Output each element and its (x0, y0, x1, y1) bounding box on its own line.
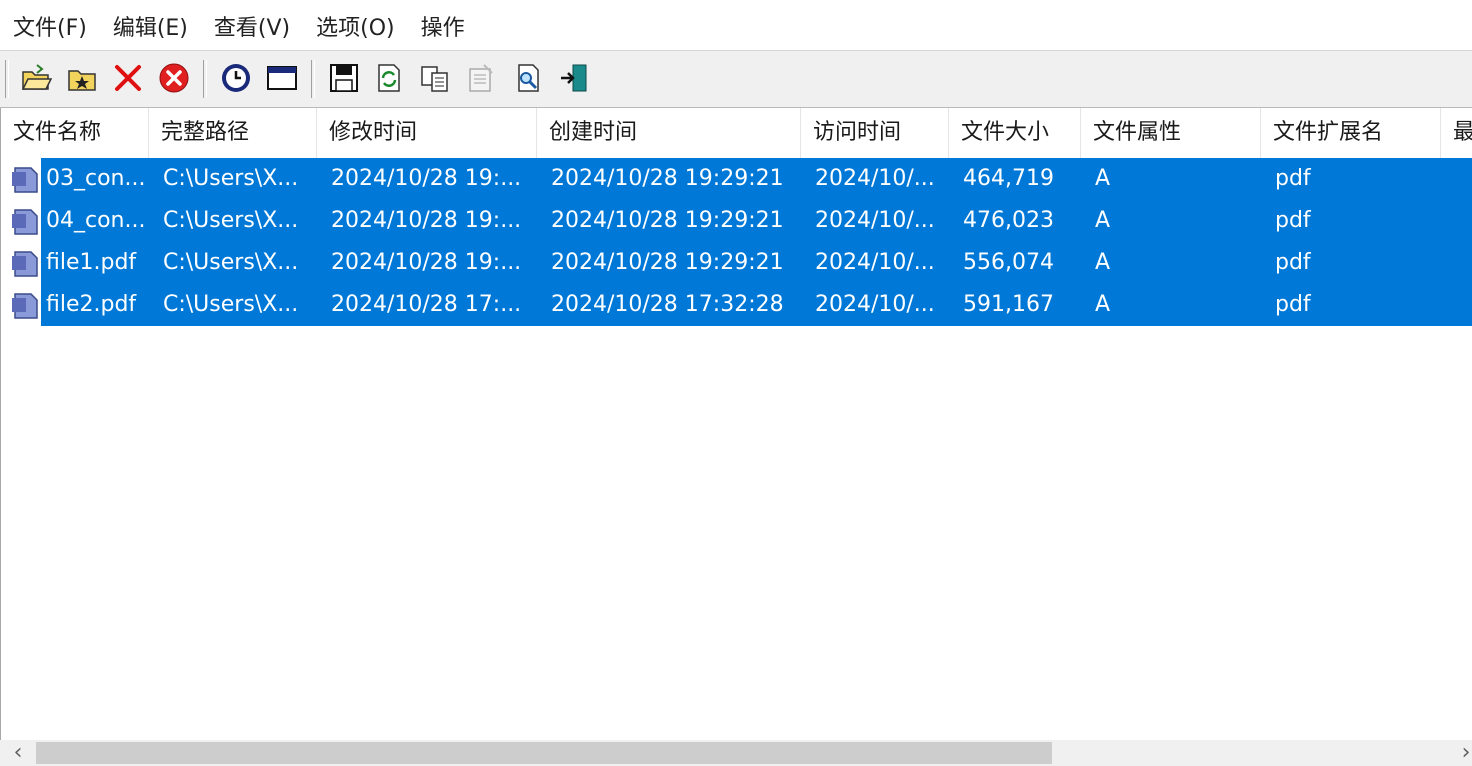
cell-created: 2024/10/28 19:29:21 (551, 250, 784, 275)
refresh-button[interactable] (371, 60, 407, 96)
cell-size: 591,167 (963, 292, 1054, 317)
clock-button[interactable] (218, 60, 254, 96)
column-header-size[interactable]: 文件大小 (949, 108, 1081, 158)
column-header-more[interactable]: 最 (1441, 108, 1472, 158)
file-list-view[interactable]: 文件名称 完整路径 修改时间 创建时间 访问时间 文件大小 文件属性 文件扩展名… (0, 108, 1472, 740)
table-row[interactable]: file2.pdf C:\Users\X... 2024/10/28 17:..… (1, 284, 1472, 326)
menu-edit[interactable]: 编辑(E) (100, 0, 201, 50)
horizontal-scrollbar[interactable]: ‹ › (0, 740, 1472, 766)
cell-name: 04_con... (46, 208, 146, 233)
toolbar-separator (203, 60, 207, 98)
open-folder-icon (21, 64, 53, 90)
cell-path: C:\Users\X... (163, 292, 299, 317)
delete-icon (115, 65, 141, 91)
window-icon (267, 66, 297, 90)
cell-name: 03_con... (46, 166, 146, 191)
delete-button[interactable] (110, 60, 146, 96)
cell-accessed: 2024/10/... (815, 166, 935, 191)
cell-name: file1.pdf (46, 250, 137, 275)
exit-button[interactable] (556, 60, 592, 96)
stop-icon (159, 63, 189, 93)
window-button[interactable] (264, 60, 300, 96)
column-header-path[interactable]: 完整路径 (149, 108, 317, 158)
toolbar (0, 50, 1472, 108)
cell-path: C:\Users\X... (163, 166, 299, 191)
cell-size: 556,074 (963, 250, 1054, 275)
cell-created: 2024/10/28 19:29:21 (551, 208, 784, 233)
table-row[interactable]: file1.pdf C:\Users\X... 2024/10/28 19:..… (1, 242, 1472, 284)
find-button[interactable] (510, 60, 546, 96)
add-folder-button[interactable] (64, 60, 100, 96)
save-button[interactable] (326, 60, 362, 96)
column-header-name[interactable]: 文件名称 (1, 108, 149, 158)
toolbar-separator (5, 60, 9, 98)
cell-size: 464,719 (963, 166, 1054, 191)
copy-icon (421, 66, 448, 92)
column-header-created[interactable]: 创建时间 (537, 108, 801, 158)
pdf-file-icon (12, 293, 38, 319)
cell-path: C:\Users\X... (163, 208, 299, 233)
refresh-icon (378, 64, 400, 92)
add-folder-icon (68, 70, 96, 91)
copy-button[interactable] (417, 60, 453, 96)
cell-name: file2.pdf (46, 292, 137, 317)
cell-modified: 2024/10/28 19:... (331, 250, 522, 275)
cell-extension: pdf (1275, 208, 1311, 233)
cell-size: 476,023 (963, 208, 1054, 233)
menu-view[interactable]: 查看(V) (201, 0, 303, 50)
table-row[interactable]: 03_con... C:\Users\X... 2024/10/28 19:..… (1, 158, 1472, 200)
cell-accessed: 2024/10/... (815, 250, 935, 275)
toolbar-separator (311, 60, 315, 98)
pdf-file-icon (12, 209, 38, 235)
cell-extension: pdf (1275, 292, 1311, 317)
pdf-file-icon (12, 251, 38, 277)
cell-attributes: A (1095, 250, 1111, 275)
stop-button[interactable] (156, 60, 192, 96)
list-header: 文件名称 完整路径 修改时间 创建时间 访问时间 文件大小 文件属性 文件扩展名… (1, 108, 1472, 158)
save-icon (330, 64, 358, 92)
exit-icon (561, 64, 587, 92)
cell-extension: pdf (1275, 166, 1311, 191)
cell-attributes: A (1095, 292, 1111, 317)
table-row[interactable]: 04_con... C:\Users\X... 2024/10/28 19:..… (1, 200, 1472, 242)
menu-bar: 文件(F) 编辑(E) 查看(V) 选项(O) 操作 (0, 0, 1472, 50)
column-header-extension[interactable]: 文件扩展名 (1261, 108, 1441, 158)
cell-accessed: 2024/10/... (815, 292, 935, 317)
properties-button[interactable] (463, 60, 499, 96)
open-folder-button[interactable] (18, 60, 54, 96)
cell-modified: 2024/10/28 19:... (331, 166, 522, 191)
column-header-attributes[interactable]: 文件属性 (1081, 108, 1261, 158)
cell-modified: 2024/10/28 19:... (331, 208, 522, 233)
scroll-left-icon[interactable]: ‹ (4, 740, 32, 766)
clock-icon (222, 64, 250, 92)
cell-attributes: A (1095, 166, 1111, 191)
cell-modified: 2024/10/28 17:... (331, 292, 522, 317)
menu-file[interactable]: 文件(F) (0, 0, 100, 50)
cell-created: 2024/10/28 19:29:21 (551, 166, 784, 191)
properties-icon (469, 64, 493, 92)
cell-extension: pdf (1275, 250, 1311, 275)
scrollbar-thumb[interactable] (36, 742, 1052, 764)
pdf-file-icon (12, 167, 38, 193)
find-icon (518, 64, 539, 92)
cell-attributes: A (1095, 208, 1111, 233)
column-header-accessed[interactable]: 访问时间 (801, 108, 949, 158)
menu-options[interactable]: 选项(O) (303, 0, 407, 50)
scroll-right-icon[interactable]: › (1452, 740, 1472, 766)
column-header-modified[interactable]: 修改时间 (317, 108, 537, 158)
cell-created: 2024/10/28 17:32:28 (551, 292, 784, 317)
menu-actions[interactable]: 操作 (408, 0, 478, 50)
cell-path: C:\Users\X... (163, 250, 299, 275)
cell-accessed: 2024/10/... (815, 208, 935, 233)
